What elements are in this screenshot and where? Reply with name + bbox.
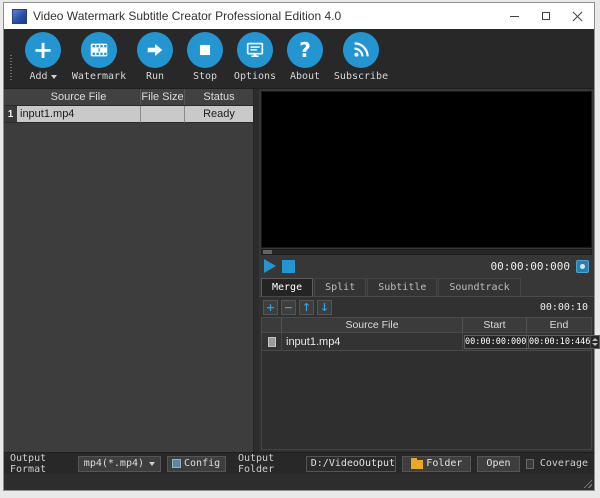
tab-soundtrack[interactable]: Soundtrack bbox=[438, 278, 520, 296]
output-folder-field[interactable]: D:/VideoOutput bbox=[306, 456, 397, 472]
stop-icon bbox=[194, 39, 216, 61]
end-time-value[interactable]: 00:00:10:446 bbox=[529, 337, 590, 347]
file-list-row[interactable]: 1 input1.mp4 Ready bbox=[4, 106, 253, 123]
dropdown-caret-icon bbox=[51, 75, 57, 79]
add-item-button[interactable]: + bbox=[263, 300, 278, 315]
snapshot-icon[interactable] bbox=[576, 260, 589, 273]
tab-subtitle[interactable]: Subtitle bbox=[367, 278, 437, 296]
spin-up-icon[interactable] bbox=[592, 338, 598, 341]
stop-button[interactable]: Stop bbox=[182, 32, 228, 82]
output-bar: Output Format mp4(*.mp4) Config Output F… bbox=[4, 452, 594, 474]
output-format-select[interactable]: mp4(*.mp4) bbox=[78, 456, 161, 472]
merge-column-start[interactable]: Start bbox=[463, 318, 527, 332]
total-duration: 00:00:10 bbox=[540, 302, 588, 313]
arrow-right-icon bbox=[144, 39, 166, 61]
question-icon: ? bbox=[299, 40, 311, 60]
tab-merge[interactable]: Merge bbox=[261, 278, 313, 296]
start-time-spinbox[interactable]: 00:00:00:000 bbox=[463, 333, 527, 350]
seek-bar[interactable] bbox=[261, 249, 592, 255]
move-up-button[interactable]: ↑ bbox=[299, 300, 314, 315]
merge-column-source-file[interactable]: Source File bbox=[282, 318, 463, 332]
source-file-panel: Source File File Size Status 1 input1.mp… bbox=[4, 89, 254, 452]
remove-item-button[interactable]: − bbox=[281, 300, 296, 315]
merge-tab-content: + − ↑ ↓ 00:00:10 Source File Start End bbox=[259, 296, 594, 452]
merge-table-empty-area bbox=[261, 351, 592, 450]
config-icon bbox=[172, 459, 181, 468]
current-time: 00:00:00:000 bbox=[491, 260, 570, 273]
tab-split[interactable]: Split bbox=[314, 278, 366, 296]
status-strip bbox=[4, 474, 594, 490]
start-time-value[interactable]: 00:00:00:000 bbox=[465, 337, 526, 347]
film-icon bbox=[88, 39, 110, 61]
maximize-icon bbox=[542, 12, 550, 20]
stop-playback-button[interactable] bbox=[282, 260, 295, 273]
window-title: Video Watermark Subtitle Creator Profess… bbox=[33, 9, 341, 23]
end-time-spinbox[interactable]: 00:00:10:446 bbox=[527, 333, 591, 350]
spin-down-icon[interactable] bbox=[592, 343, 598, 346]
run-button[interactable]: Run bbox=[132, 32, 178, 82]
maximize-button[interactable] bbox=[530, 3, 562, 29]
coverage-checkbox[interactable] bbox=[526, 459, 534, 469]
column-source-file[interactable]: Source File bbox=[17, 89, 141, 105]
output-folder-value: D:/VideoOutput bbox=[311, 458, 395, 469]
play-button[interactable] bbox=[264, 259, 276, 273]
options-button[interactable]: Options bbox=[232, 32, 278, 82]
rss-icon bbox=[350, 39, 372, 61]
folder-icon bbox=[411, 460, 423, 469]
output-folder-label: Output Folder bbox=[238, 453, 300, 475]
monitor-icon bbox=[244, 39, 266, 61]
folder-button[interactable]: Folder bbox=[402, 456, 471, 472]
preview-panel: 00:00:00:000 Merge Split Subtitle Soundt… bbox=[259, 89, 594, 452]
cell-status[interactable]: Ready bbox=[185, 106, 253, 123]
add-button[interactable]: + Add bbox=[20, 32, 66, 82]
title-bar: Video Watermark Subtitle Creator Profess… bbox=[4, 3, 594, 29]
open-button[interactable]: Open bbox=[477, 456, 519, 472]
minimize-icon bbox=[510, 16, 519, 17]
merge-table-row[interactable]: input1.mp4 00:00:00:000 bbox=[261, 333, 592, 351]
column-file-size[interactable]: File Size bbox=[141, 89, 185, 105]
config-label: Config bbox=[184, 458, 220, 469]
about-button[interactable]: ? About bbox=[282, 32, 328, 82]
watermark-button[interactable]: Watermark bbox=[70, 32, 128, 82]
merge-table: Source File Start End input1.mp4 00:00:0… bbox=[261, 317, 592, 351]
resize-grip-icon[interactable] bbox=[581, 477, 592, 488]
merge-column-end[interactable]: End bbox=[527, 318, 591, 332]
config-button[interactable]: Config bbox=[167, 456, 226, 472]
main-area: Source File File Size Status 1 input1.mp… bbox=[4, 89, 594, 452]
merge-toolbar: + − ↑ ↓ 00:00:10 bbox=[259, 297, 594, 317]
output-format-value: mp4(*.mp4) bbox=[84, 458, 144, 469]
seek-handle[interactable] bbox=[263, 250, 272, 254]
coverage-label: Coverage bbox=[540, 458, 588, 469]
cell-file-size[interactable] bbox=[141, 106, 185, 123]
plus-icon: + bbox=[33, 38, 53, 62]
app-icon bbox=[12, 9, 27, 24]
merge-table-header: Source File Start End bbox=[261, 317, 592, 333]
subscribe-button[interactable]: Subscribe bbox=[332, 32, 390, 82]
output-format-label: Output Format bbox=[10, 453, 72, 475]
row-number: 1 bbox=[4, 106, 17, 123]
merge-cell-source-file[interactable]: input1.mp4 bbox=[282, 333, 463, 350]
file-list-header: Source File File Size Status bbox=[4, 89, 253, 106]
close-icon bbox=[573, 11, 583, 21]
minimize-button[interactable] bbox=[498, 3, 530, 29]
video-preview[interactable] bbox=[261, 91, 592, 248]
dropdown-caret-icon bbox=[149, 462, 155, 466]
cell-source-file[interactable]: input1.mp4 bbox=[17, 106, 141, 123]
window-controls bbox=[498, 3, 594, 29]
tab-bar: Merge Split Subtitle Soundtrack bbox=[259, 277, 594, 296]
toolbar-grip[interactable] bbox=[10, 55, 12, 81]
file-list-empty-area bbox=[4, 123, 253, 452]
main-toolbar: + Add Watermark Run bbox=[4, 29, 594, 89]
transport-controls: 00:00:00:000 bbox=[259, 255, 594, 277]
file-icon bbox=[268, 337, 276, 347]
app-window: Video Watermark Subtitle Creator Profess… bbox=[3, 2, 595, 491]
move-down-button[interactable]: ↓ bbox=[317, 300, 332, 315]
close-button[interactable] bbox=[562, 3, 594, 29]
column-status[interactable]: Status bbox=[185, 89, 253, 105]
